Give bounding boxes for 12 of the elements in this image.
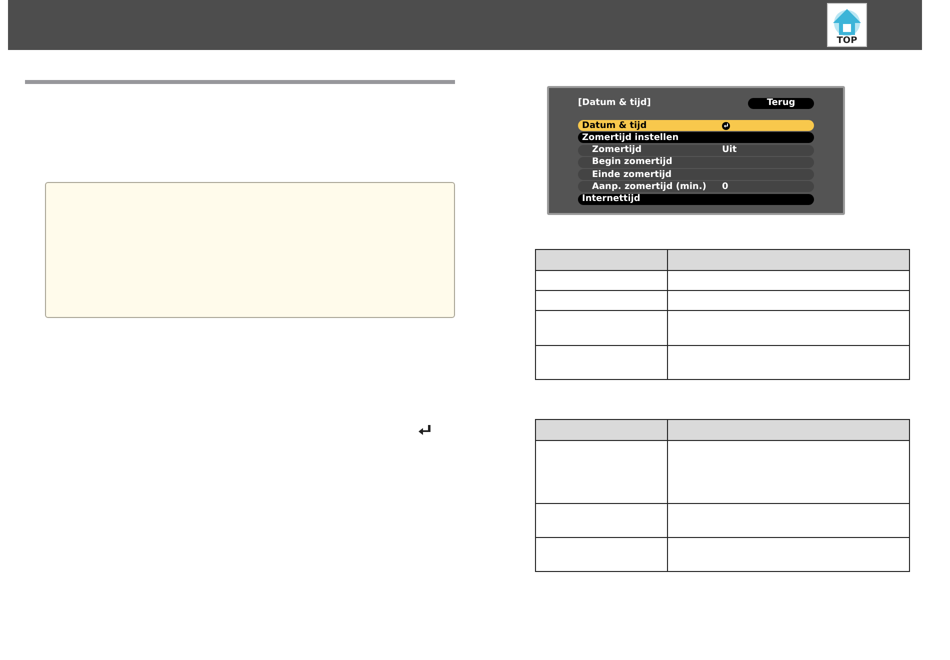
- menu-item[interactable]: Datum & tijd: [578, 120, 814, 131]
- menu-item[interactable]: Zomertijd Uit: [578, 144, 814, 156]
- top-button[interactable]: TOP: [827, 3, 867, 47]
- menu-item[interactable]: Internettijd: [578, 194, 814, 205]
- enter-icon: [722, 122, 730, 130]
- menu-item[interactable]: Aanp. zomertijd (min.) 0: [578, 181, 814, 192]
- menu-item[interactable]: Einde zomertijd: [578, 169, 814, 180]
- menu-item[interactable]: Begin zomertijd: [578, 156, 814, 168]
- menu-item[interactable]: Zomertijd instellen: [578, 132, 814, 144]
- enter-icon: [418, 425, 431, 437]
- menu-title: [Datum & tijd]: [578, 98, 651, 108]
- back-button[interactable]: Terug: [748, 98, 814, 108]
